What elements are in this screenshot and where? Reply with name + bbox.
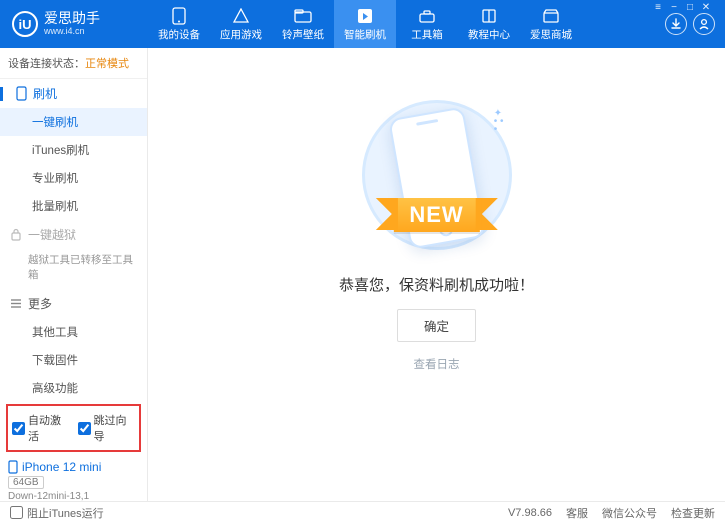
- user-button[interactable]: [693, 13, 715, 35]
- category-jailbreak: 一键越狱: [0, 220, 147, 249]
- top-tabs: 我的设备 应用游戏 铃声壁纸 智能刷机 工具箱 教程中心 爱思商城: [148, 0, 665, 48]
- tab-store[interactable]: 爱思商城: [520, 0, 582, 48]
- sub-download-fw[interactable]: 下载固件: [0, 346, 147, 374]
- new-ribbon: NEW: [393, 198, 479, 232]
- main-panel: ✦• •• NEW 恭喜您，保资料刷机成功啦！ 确定 查看日志: [148, 48, 725, 501]
- device-name: iPhone 12 mini: [8, 460, 139, 474]
- jailbreak-note: 越狱工具已转移至工具箱: [28, 253, 137, 283]
- app-url: www.i4.cn: [44, 27, 100, 37]
- titlebar: ≡ − □ ✕ iU 爱思助手 www.i4.cn 我的设备 应用游戏 铃声壁纸…: [0, 0, 725, 48]
- success-illustration: ✦• •• NEW: [362, 100, 512, 250]
- wechat-link[interactable]: 微信公众号: [602, 505, 657, 521]
- sub-batch-flash[interactable]: 批量刷机: [0, 192, 147, 220]
- check-update-link[interactable]: 检查更新: [671, 505, 715, 521]
- chk-skip-guide[interactable]: 跳过向导: [78, 412, 136, 444]
- phone-small-icon: [16, 86, 27, 101]
- app-name: 爱思助手: [44, 11, 100, 26]
- book-icon: [480, 7, 498, 25]
- sub-itunes-flash[interactable]: iTunes刷机: [0, 136, 147, 164]
- version-label: V7.98.66: [508, 507, 552, 519]
- menu-icon[interactable]: ≡: [651, 2, 665, 13]
- device-phone-icon: [8, 460, 18, 474]
- window-controls: ≡ − □ ✕: [651, 2, 713, 13]
- tab-ringtones[interactable]: 铃声壁纸: [272, 0, 334, 48]
- minimize-icon[interactable]: −: [667, 2, 681, 13]
- apps-icon: [232, 7, 250, 25]
- device-storage: 64GB: [8, 476, 44, 489]
- tab-my-device[interactable]: 我的设备: [148, 0, 210, 48]
- sidebar: 设备连接状态：正常模式 刷机 一键刷机 iTunes刷机 专业刷机 批量刷机 一…: [0, 48, 148, 501]
- store-icon: [542, 7, 560, 25]
- chk-auto-activate[interactable]: 自动激活: [12, 412, 70, 444]
- logo-icon: iU: [12, 11, 38, 37]
- tab-toolbox[interactable]: 工具箱: [396, 0, 458, 48]
- view-log-link[interactable]: 查看日志: [414, 356, 460, 372]
- titlebar-right: [665, 13, 715, 35]
- download-button[interactable]: [665, 13, 687, 35]
- support-link[interactable]: 客服: [566, 505, 588, 521]
- tab-apps[interactable]: 应用游戏: [210, 0, 272, 48]
- tools-icon: [418, 7, 436, 25]
- device-firmware: Down-12mini-13,1: [8, 491, 139, 501]
- sub-other-tools[interactable]: 其他工具: [0, 318, 147, 346]
- logo: iU 爱思助手 www.i4.cn: [12, 11, 148, 37]
- success-message: 恭喜您，保资料刷机成功啦！: [339, 274, 534, 295]
- category-flash[interactable]: 刷机: [0, 79, 147, 108]
- tab-tutorials[interactable]: 教程中心: [458, 0, 520, 48]
- phone-icon: [170, 7, 188, 25]
- lock-icon: [10, 228, 22, 241]
- maximize-icon[interactable]: □: [683, 2, 697, 13]
- sub-oneclick-flash[interactable]: 一键刷机: [0, 108, 147, 136]
- tab-smart-flash[interactable]: 智能刷机: [334, 0, 396, 48]
- sub-pro-flash[interactable]: 专业刷机: [0, 164, 147, 192]
- list-icon: [10, 298, 22, 309]
- connection-status: 设备连接状态：正常模式: [0, 48, 147, 79]
- category-more[interactable]: 更多: [0, 289, 147, 318]
- close-icon[interactable]: ✕: [699, 2, 713, 13]
- footer: 阻止iTunes运行 V7.98.66 客服 微信公众号 检查更新: [0, 501, 725, 523]
- folder-icon: [294, 7, 312, 25]
- ok-button[interactable]: 确定: [397, 309, 476, 342]
- chk-block-itunes[interactable]: 阻止iTunes运行: [10, 505, 104, 521]
- smart-icon: [356, 7, 374, 25]
- device-block[interactable]: iPhone 12 mini 64GB Down-12mini-13,1: [0, 454, 147, 501]
- sub-advanced[interactable]: 高级功能: [0, 374, 147, 402]
- options-checkboxes: 自动激活 跳过向导: [6, 404, 141, 452]
